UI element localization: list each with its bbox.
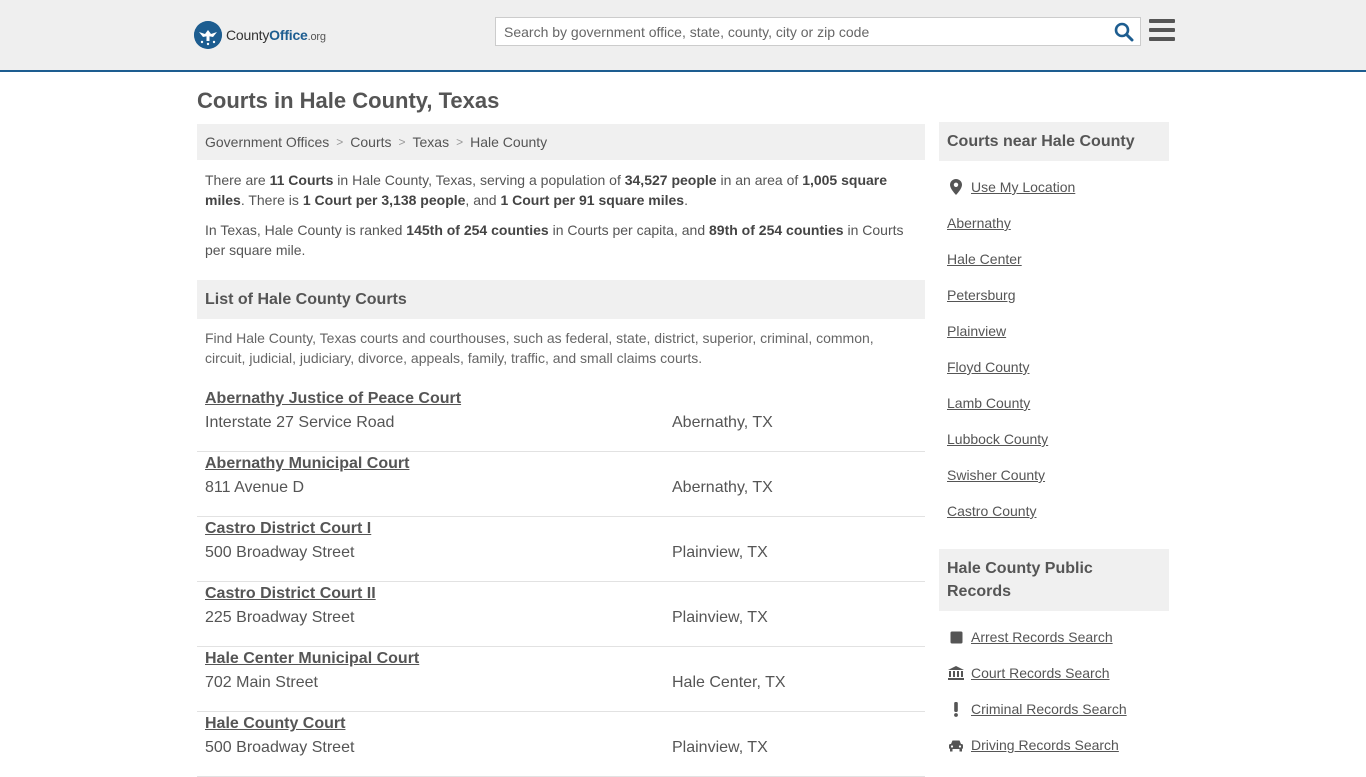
courthouse-icon <box>947 666 965 680</box>
nearby-courts-list: Use My Location Abernathy Hale Center Pete… <box>939 169 1169 529</box>
court-name-link[interactable]: Abernathy Justice of Peace Court <box>205 390 461 408</box>
exclamation-icon <box>947 701 965 717</box>
breadcrumb-courts[interactable]: Courts <box>350 134 391 150</box>
court-city: Plainview, TX <box>672 544 768 561</box>
court-address: 225 Broadway Street <box>205 609 355 626</box>
nearby-court-item[interactable]: Lamb County <box>947 385 1161 421</box>
court-name-link[interactable]: Abernathy Municipal Court <box>205 455 409 473</box>
nearby-court-item[interactable]: Abernathy <box>947 205 1161 241</box>
use-my-location-item[interactable]: Use My Location <box>947 169 1161 205</box>
court-city: Abernathy, TX <box>672 414 773 431</box>
court-address: Interstate 27 Service Road <box>205 414 395 431</box>
public-record-link[interactable]: Arrest Records Search <box>971 629 1113 645</box>
nearby-court-item[interactable]: Hale Center <box>947 241 1161 277</box>
court-list-item: Abernathy Municipal Court 811 Avenue D Abe… <box>197 452 925 517</box>
site-header: CountyOffice.org <box>0 0 1366 72</box>
nearby-court-link[interactable]: Petersburg <box>947 287 1015 303</box>
nearby-court-link[interactable]: Swisher County <box>947 467 1045 483</box>
search-icon[interactable] <box>1114 22 1134 42</box>
logo-wordmark: CountyOffice.org <box>226 27 326 43</box>
intro-paragraph-stats: There are 11 Courts in Hale County, Texa… <box>205 172 888 208</box>
public-records-heading: Hale County Public Records <box>939 549 1169 611</box>
nearby-court-link[interactable]: Lamb County <box>947 395 1030 411</box>
site-logo[interactable]: CountyOffice.org <box>194 21 326 49</box>
nearby-court-item[interactable]: Castro County <box>947 493 1161 529</box>
eagle-logo-icon <box>194 21 222 49</box>
public-record-link[interactable]: Criminal Records Search <box>971 701 1127 717</box>
intro-paragraph-ranking: In Texas, Hale County is ranked 145th of… <box>205 222 904 258</box>
public-record-link[interactable]: Driving Records Search <box>971 737 1119 753</box>
nearby-courts-heading: Courts near Hale County <box>939 122 1169 161</box>
sidebar: Courts near Hale County Use My Location … <box>939 122 1169 763</box>
court-city: Plainview, TX <box>672 609 768 626</box>
logo-org: .org <box>307 31 326 43</box>
public-record-item[interactable]: Driving Records Search <box>947 727 1161 763</box>
court-list-item: Castro District Court II 225 Broadway Str… <box>197 582 925 647</box>
page-title: Courts in Hale County, Texas <box>197 88 500 113</box>
breadcrumb-separator-icon: > <box>456 135 464 149</box>
court-city: Plainview, TX <box>672 739 768 756</box>
courts-list-heading: List of Hale County Courts <box>197 280 925 319</box>
public-record-item[interactable]: Criminal Records Search <box>947 691 1161 727</box>
court-name-link[interactable]: Hale Center Municipal Court <box>205 650 419 668</box>
courts-list: Abernathy Justice of Peace Court Intersta… <box>197 387 925 777</box>
map-pin-icon <box>947 179 965 195</box>
main-content: Government Offices > Courts > Texas > Ha… <box>197 124 925 777</box>
court-list-item: Hale Center Municipal Court 702 Main Stre… <box>197 647 925 712</box>
nearby-court-item[interactable]: Floyd County <box>947 349 1161 385</box>
car-icon <box>947 739 965 752</box>
breadcrumb: Government Offices > Courts > Texas > Ha… <box>197 124 925 160</box>
court-city: Hale Center, TX <box>672 674 786 691</box>
nearby-court-link[interactable]: Floyd County <box>947 359 1029 375</box>
court-name-link[interactable]: Castro District Court I <box>205 520 371 538</box>
public-record-item[interactable]: Arrest Records Search <box>947 619 1161 655</box>
court-name-link[interactable]: Hale County Court <box>205 715 345 733</box>
courts-list-description: Find Hale County, Texas courts and court… <box>205 330 874 366</box>
court-list-item: Hale County Court 500 Broadway Street Plai… <box>197 712 925 777</box>
square-icon <box>947 631 965 644</box>
court-address: 500 Broadway Street <box>205 544 355 561</box>
court-list-item: Abernathy Justice of Peace Court Intersta… <box>197 387 925 452</box>
nearby-court-link[interactable]: Lubbock County <box>947 431 1048 447</box>
nearby-court-item[interactable]: Swisher County <box>947 457 1161 493</box>
court-address: 500 Broadway Street <box>205 739 355 756</box>
breadcrumb-separator-icon: > <box>336 135 344 149</box>
breadcrumb-government-offices[interactable]: Government Offices <box>205 134 329 150</box>
court-address: 811 Avenue D <box>205 479 305 496</box>
breadcrumb-texas[interactable]: Texas <box>413 134 450 150</box>
public-record-link[interactable]: Court Records Search <box>971 665 1110 681</box>
public-records-list: Arrest Records Search Court Records Searc… <box>939 611 1169 763</box>
nearby-court-item[interactable]: Petersburg <box>947 277 1161 313</box>
nearby-court-item[interactable]: Lubbock County <box>947 421 1161 457</box>
court-list-item: Castro District Court I 500 Broadway Stre… <box>197 517 925 582</box>
public-record-item[interactable]: Court Records Search <box>947 655 1161 691</box>
court-city: Abernathy, TX <box>672 479 773 496</box>
nearby-court-link[interactable]: Abernathy <box>947 215 1011 231</box>
nearby-court-link[interactable]: Plainview <box>947 323 1006 339</box>
use-my-location-link[interactable]: Use My Location <box>971 179 1075 195</box>
court-name-link[interactable]: Castro District Court II <box>205 585 376 603</box>
hamburger-menu-icon[interactable] <box>1149 19 1175 43</box>
court-address: 702 Main Street <box>205 674 318 691</box>
logo-county: County <box>226 27 270 43</box>
nearby-court-link[interactable]: Hale Center <box>947 251 1022 267</box>
breadcrumb-hale-county[interactable]: Hale County <box>470 134 547 150</box>
logo-office: Office <box>269 27 308 43</box>
intro-text: There are 11 Courts in Hale County, Texa… <box>197 170 925 260</box>
search-input[interactable] <box>496 18 1096 45</box>
search-box <box>495 17 1141 46</box>
nearby-court-link[interactable]: Castro County <box>947 503 1036 519</box>
nearby-court-item[interactable]: Plainview <box>947 313 1161 349</box>
breadcrumb-separator-icon: > <box>398 135 406 149</box>
